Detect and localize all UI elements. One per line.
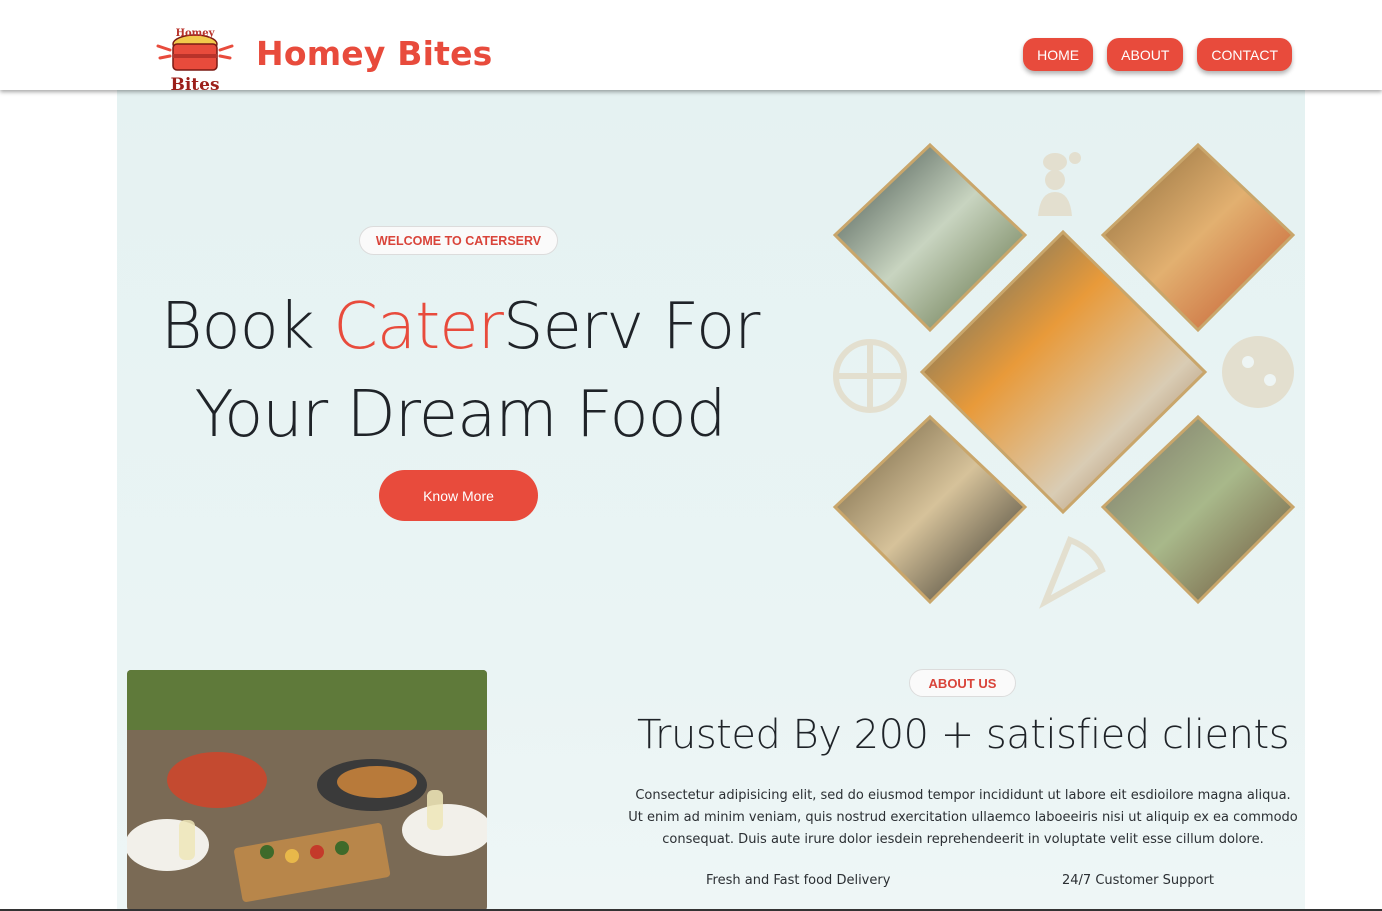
hero-title: Book CaterServ For Your Dream Food (140, 283, 780, 459)
welcome-badge: WELCOME TO CATERSERV (359, 226, 558, 255)
svg-text:Bites: Bites (170, 75, 219, 92)
pizza-icon (833, 339, 907, 413)
main-nav: HOME ABOUT CONTACT (1023, 38, 1292, 71)
feature-fast-delivery: Fresh and Fast food Delivery (706, 873, 891, 888)
about-food-photo (127, 670, 487, 911)
homey-bites-logo[interactable]: Homey Bites (156, 24, 234, 92)
hero-title-accent: Cater (333, 290, 504, 364)
svg-text:Homey: Homey (176, 28, 216, 39)
pie-icon (1222, 336, 1294, 408)
nav-contact-button[interactable]: CONTACT (1197, 38, 1292, 71)
site-header: Homey Bites Homey Bites HOME ABOUT CONTA… (0, 0, 1382, 92)
about-description: Consectetur adipisicing elit, sed do eiu… (628, 788, 1298, 847)
pizza-slice-icon (1039, 536, 1106, 609)
hero-title-part1: Book (160, 290, 334, 364)
feature-customer-support: 24/7 Customer Support (1062, 873, 1214, 888)
food-collage (832, 142, 1296, 609)
about-us-badge: ABOUT US (909, 669, 1016, 697)
chef-icon (1038, 152, 1081, 216)
hero-title-part2: Serv For (502, 290, 761, 364)
brand-name[interactable]: Homey Bites (256, 34, 493, 73)
hero-title-line2: Your Dream Food (194, 378, 727, 452)
nav-home-button[interactable]: HOME (1023, 38, 1094, 71)
nav-about-button[interactable]: ABOUT (1107, 38, 1184, 71)
know-more-button[interactable]: Know More (379, 470, 538, 521)
about-title: Trusted By 200 + satisfied clients (636, 712, 1290, 758)
